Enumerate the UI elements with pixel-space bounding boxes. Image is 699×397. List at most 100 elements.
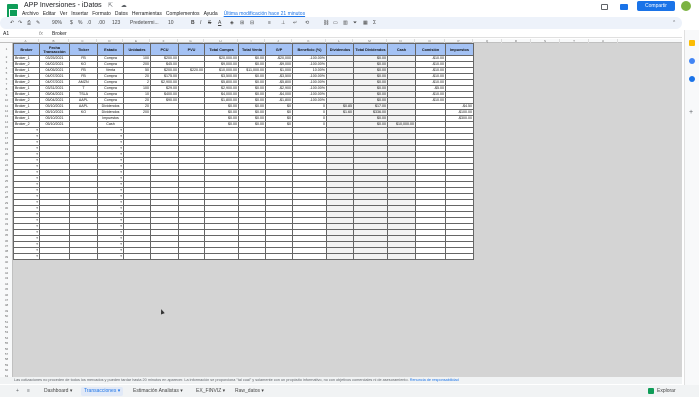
chart-icon[interactable]: ▥: [343, 20, 348, 26]
column-title[interactable]: Comisión: [415, 43, 446, 56]
column-header[interactable]: U: [589, 39, 618, 43]
print-icon[interactable]: ⎙: [27, 20, 31, 26]
cell[interactable]: ▾: [13, 253, 40, 260]
paint-format-icon[interactable]: ✎: [36, 20, 40, 26]
decrease-decimal-button[interactable]: .0: [87, 20, 91, 26]
column-title[interactable]: PCU: [150, 43, 179, 56]
column-title[interactable]: Unidades: [123, 43, 151, 56]
cell[interactable]: [353, 253, 388, 260]
column-title[interactable]: G/P: [265, 43, 293, 56]
cell[interactable]: [265, 253, 293, 260]
cell[interactable]: ▾: [97, 253, 124, 260]
borders-icon[interactable]: ⊞: [240, 20, 244, 26]
cell[interactable]: [178, 253, 205, 260]
cell[interactable]: [238, 253, 266, 260]
collapse-toolbar-icon[interactable]: ⌃: [672, 20, 676, 26]
cell[interactable]: [204, 253, 239, 260]
status-bar: Las cotizaciones no proceden de todos lo…: [0, 377, 682, 384]
percent-button[interactable]: %: [78, 20, 82, 26]
explore-label: Explorar: [657, 388, 676, 394]
wrap-icon[interactable]: ↵: [293, 20, 297, 26]
increase-decimal-button[interactable]: .00: [98, 20, 105, 26]
filter-views-icon[interactable]: ▦: [363, 20, 368, 26]
side-panel: +: [684, 30, 699, 390]
column-title[interactable]: Dividendos: [326, 43, 354, 56]
filter-icon[interactable]: ⏷: [353, 20, 357, 26]
strikethrough-button[interactable]: S: [208, 20, 211, 26]
font-size-select[interactable]: 10: [168, 20, 174, 26]
title-icons[interactable]: ☆ ⇱ ☁: [95, 2, 130, 9]
merge-icon[interactable]: ⊟: [250, 20, 254, 26]
formula-bar: A1 fx Broker: [0, 30, 682, 38]
cell[interactable]: [292, 253, 327, 260]
functions-icon[interactable]: Σ: [373, 20, 376, 26]
valign-icon[interactable]: ⊥: [281, 20, 285, 26]
cell[interactable]: [123, 253, 151, 260]
column-header[interactable]: T: [560, 39, 589, 43]
column-title[interactable]: Beneficio (%): [292, 43, 327, 56]
column-header[interactable]: R: [502, 39, 531, 43]
table-row[interactable]: ▾ ▾: [13, 253, 474, 260]
cell[interactable]: [39, 253, 70, 260]
tab-label: Raw_datos: [235, 388, 261, 394]
cell[interactable]: [150, 253, 179, 260]
column-title[interactable]: Broker: [13, 43, 40, 56]
share-button[interactable]: Compartir: [637, 1, 675, 11]
add-sheet-button[interactable]: +: [16, 388, 19, 394]
undo-icon[interactable]: ↶: [10, 20, 14, 26]
rotate-icon[interactable]: ⟲: [305, 20, 309, 26]
tab-raw-datos[interactable]: Raw_datos ▾: [235, 387, 264, 396]
row-number[interactable]: 1: [0, 43, 13, 55]
add-ons-icon[interactable]: +: [689, 109, 695, 116]
avatar[interactable]: [681, 1, 691, 11]
column-title[interactable]: Impuestos: [445, 43, 474, 56]
italic-button[interactable]: I: [200, 20, 201, 26]
comment-add-icon[interactable]: ▭: [333, 20, 338, 26]
column-title[interactable]: Total Dividendos: [353, 43, 388, 56]
disclaimer-link[interactable]: Renuncia de responsabilidad: [410, 378, 459, 382]
column-header[interactable]: Q: [473, 39, 502, 43]
tab-estimacion-analistas[interactable]: Estimación Analistas ▾: [133, 387, 183, 396]
column-title[interactable]: Total Compra: [204, 43, 239, 56]
cell[interactable]: [445, 253, 474, 260]
cell[interactable]: [326, 253, 354, 260]
tasks-icon[interactable]: [689, 58, 695, 64]
column-title[interactable]: Cash: [387, 43, 416, 56]
sheet-grid[interactable]: ABCDEFGHIJKLMNOPQRSTU 1 2 3 4 5 6 7 8 9 10 11 12 13 1…: [0, 39, 682, 384]
link-icon[interactable]: ⛓: [323, 20, 329, 26]
disclaimer-text: Las cotizaciones no proceden de todos lo…: [14, 378, 409, 382]
explore-icon: [648, 387, 654, 394]
cell[interactable]: [387, 253, 416, 260]
more-formats-button[interactable]: 123: [112, 20, 120, 26]
name-box[interactable]: A1: [3, 31, 9, 37]
all-sheets-button[interactable]: ≡: [27, 388, 30, 394]
bold-button[interactable]: B: [191, 20, 195, 26]
text-color-button[interactable]: A: [218, 20, 221, 26]
transactions-table[interactable]: Broker Fecha Transacción Ticker Estado Unida…: [13, 43, 474, 260]
zoom-select[interactable]: 90%: [52, 20, 62, 26]
column-title[interactable]: Ticker: [69, 43, 98, 56]
tab-dashboard[interactable]: Dashboard ▾: [44, 387, 72, 396]
explore-button[interactable]: Explorar: [648, 387, 676, 396]
contacts-icon[interactable]: [689, 76, 695, 82]
meet-icon[interactable]: [620, 4, 628, 10]
keep-icon[interactable]: [689, 40, 695, 46]
document-title[interactable]: APP Inversiones - iDatos: [24, 2, 102, 9]
tab-ex-finviz[interactable]: EX_FINVIZ ▾: [196, 387, 225, 396]
tab-transacciones[interactable]: Transacciones ▾: [81, 387, 124, 396]
fill-color-icon[interactable]: ◈: [230, 20, 234, 26]
currency-button[interactable]: $: [70, 20, 73, 26]
column-title[interactable]: Total Venta: [238, 43, 266, 56]
column-title[interactable]: PVU: [178, 43, 205, 56]
halign-icon[interactable]: ≡: [268, 20, 271, 26]
row-headers[interactable]: 1 2 3 4 5 6 7 8 9 10 11 12 13 14 15 16 17 18 19 20 21 22 23 24 2…: [0, 43, 13, 384]
cell[interactable]: [415, 253, 446, 260]
column-header[interactable]: S: [531, 39, 560, 43]
column-title[interactable]: Estado: [97, 43, 124, 56]
redo-icon[interactable]: ↷: [18, 20, 22, 26]
cell[interactable]: [69, 253, 98, 260]
formula-input[interactable]: Broker: [52, 31, 67, 37]
column-title[interactable]: Fecha Transacción: [39, 43, 70, 56]
font-select[interactable]: Predetermi...: [130, 20, 159, 26]
comment-icon[interactable]: [601, 4, 608, 10]
